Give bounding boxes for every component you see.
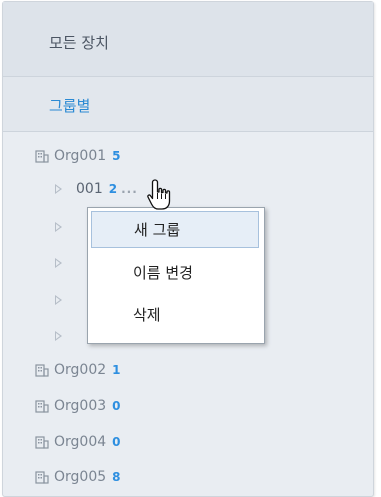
building-icon [35, 471, 49, 484]
org-name: Org001 [54, 148, 107, 164]
tree-org-row[interactable]: Org001 5 [35, 145, 121, 167]
org-count: 1 [112, 363, 121, 377]
building-icon [35, 150, 49, 163]
menu-item-label: 삭제 [133, 306, 161, 324]
tree-org-row[interactable]: Org003 0 [35, 395, 121, 417]
expand-triangle-icon[interactable] [55, 258, 62, 268]
more-options[interactable]: ... [121, 182, 138, 196]
org-name: Org005 [54, 469, 107, 485]
all-devices-section[interactable]: 모든 장치 [3, 2, 373, 77]
tree-child-row[interactable]: 001 2 ... [55, 178, 138, 200]
building-icon [35, 400, 49, 413]
tree-child-row[interactable] [55, 289, 76, 311]
child-name: 001 [76, 181, 103, 197]
menu-item-delete[interactable]: 삭제 [91, 296, 259, 333]
menu-item-new-group[interactable]: 새 그룹 [91, 211, 259, 248]
expand-triangle-icon[interactable] [55, 222, 62, 232]
expand-triangle-icon[interactable] [55, 295, 62, 305]
by-group-label[interactable]: 그룹별 [49, 95, 90, 116]
tree-org-row[interactable]: Org004 0 [35, 431, 121, 453]
org-name: Org003 [54, 398, 107, 414]
building-icon [35, 436, 49, 449]
org-count: 0 [112, 435, 121, 449]
menu-item-label: 이름 변경 [133, 264, 193, 282]
org-count: 8 [112, 470, 121, 484]
child-count: 2 [108, 182, 118, 196]
tree-org-row[interactable]: Org005 8 [35, 466, 121, 488]
all-devices-label[interactable]: 모든 장치 [49, 32, 109, 53]
context-menu: 새 그룹 이름 변경 삭제 [87, 207, 265, 344]
building-icon [35, 364, 49, 377]
menu-item-label: 새 그룹 [134, 221, 181, 239]
tree-child-row[interactable] [55, 325, 76, 347]
by-group-section[interactable]: 그룹별 [3, 77, 373, 132]
tree-child-row[interactable] [55, 252, 76, 274]
menu-item-rename[interactable]: 이름 변경 [91, 254, 259, 291]
tree-child-row[interactable] [55, 216, 76, 238]
expand-triangle-icon[interactable] [55, 331, 62, 341]
tree-org-row[interactable]: Org002 1 [35, 359, 121, 381]
org-count: 5 [112, 149, 121, 163]
hand-pointer-icon [147, 179, 171, 210]
org-name: Org002 [54, 362, 107, 378]
org-name: Org004 [54, 434, 107, 450]
org-count: 0 [112, 399, 121, 413]
expand-triangle-icon[interactable] [55, 184, 62, 194]
